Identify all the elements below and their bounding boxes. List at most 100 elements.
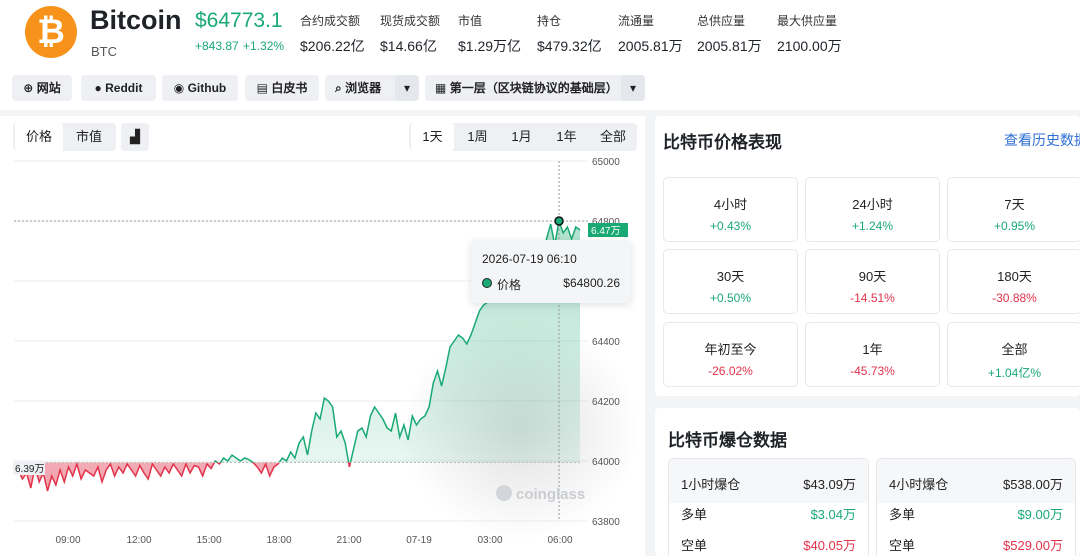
stat-value: 2005.81万 — [618, 38, 683, 54]
stat-value: $14.66亿 — [380, 38, 437, 54]
liq-long-value: $3.04万 — [810, 507, 856, 522]
performance-change: +0.95% — [993, 219, 1036, 233]
document-icon: ▤ — [256, 81, 268, 95]
x-tick-label: 21:00 — [336, 535, 361, 546]
performance-card: 1年 -45.73% — [805, 322, 940, 387]
performance-period: 1年 — [862, 342, 883, 357]
x-tick-label: 06:00 — [547, 535, 572, 546]
stat-label: 总供应量 — [697, 14, 746, 28]
y-tick-label: 65000 — [592, 157, 620, 168]
performance-change: -14.51% — [850, 291, 895, 305]
range-all[interactable]: 全部 — [590, 123, 636, 151]
coin-price: $64773.1 — [195, 9, 283, 32]
watermark-text: coinglass — [516, 486, 585, 503]
performance-title: 比特币价格表现 — [663, 133, 782, 152]
price-change-abs: +843.87 — [195, 39, 239, 53]
tooltip-time: 2026-07-19 06:10 — [482, 252, 577, 266]
stat-value: $206.22亿 — [300, 38, 365, 54]
performance-card: 90天 -14.51% — [805, 249, 940, 314]
search-icon: ⌕ — [335, 81, 342, 95]
github-link[interactable]: ◉ Github — [162, 75, 238, 101]
liq-header-label: 1小时爆仓 — [681, 477, 741, 492]
liq-long-label: 多单 — [889, 507, 916, 522]
performance-period: 180天 — [997, 269, 1032, 284]
performance-change: -30.88% — [992, 291, 1037, 305]
website-link[interactable]: ⊕ 网站 — [12, 75, 72, 101]
performance-card: 180天 -30.88% — [947, 249, 1080, 314]
chart-style-icon[interactable]: ▟ — [121, 123, 149, 151]
performance-period: 90天 — [858, 269, 887, 284]
grid-icon: ▦ — [435, 81, 447, 95]
liq-short-label: 空单 — [889, 538, 916, 553]
liq-short-value: $529.00万 — [1003, 538, 1063, 553]
coin-name: Bitcoin — [90, 5, 182, 35]
series-dot-icon — [482, 278, 492, 288]
history-link[interactable]: 查看历史数据 — [1004, 130, 1080, 150]
liquidation-box-4h: 4小时爆仓 $538.00万 多单 $9.00万 空单 $529.00万 — [876, 458, 1076, 556]
category-chevron-down-icon[interactable]: ▾ — [621, 75, 645, 101]
hover-point — [554, 216, 564, 226]
github-icon: ◉ — [173, 81, 185, 95]
tooltip-value: $64800.26 — [563, 276, 620, 290]
reddit-icon: ● — [94, 81, 102, 95]
performance-period: 全部 — [1001, 342, 1028, 357]
price-change-pct: +1.32% — [243, 39, 285, 53]
whitepaper-link[interactable]: ▤ 白皮书 — [245, 75, 319, 101]
range-1y[interactable]: 1年 — [545, 123, 588, 151]
performance-period: 4小时 — [713, 197, 748, 212]
stat-value: $479.32亿 — [537, 38, 602, 54]
range-1d[interactable]: 1天 — [411, 123, 454, 151]
performance-period: 30天 — [716, 269, 745, 284]
baseline-label: 6.39万 — [15, 464, 44, 475]
x-tick-label: 07-19 — [406, 535, 432, 546]
liq-short-value: $40.05万 — [803, 538, 856, 553]
globe-icon: ⊕ — [23, 81, 34, 95]
chart-tooltip: 2026-07-19 06:10 价格 $64800.26 — [471, 240, 631, 303]
x-tick-label: 12:00 — [126, 535, 151, 546]
stat-value: 2005.81万 — [697, 38, 762, 54]
tab-price[interactable]: 价格 — [15, 123, 63, 151]
range-1w[interactable]: 1周 — [456, 123, 499, 151]
x-tick-label: 09:00 — [55, 535, 80, 546]
range-1m[interactable]: 1月 — [500, 123, 543, 151]
performance-change: +1.24% — [851, 219, 894, 233]
baseline-tag: 6.39万 — [13, 461, 45, 475]
x-tick-label: 15:00 — [196, 535, 221, 546]
x-tick-label: 18:00 — [266, 535, 291, 546]
liquidation-title: 比特币爆仓数据 — [668, 431, 787, 450]
stat-label: 持仓 — [537, 14, 562, 28]
liq-short-label: 空单 — [681, 538, 708, 553]
tooltip-series: 价格 — [497, 278, 522, 292]
performance-card: 7天 +0.95% — [947, 177, 1080, 242]
explorer-chevron-down-icon[interactable]: ▾ — [395, 75, 419, 101]
website-label: 网站 — [36, 81, 61, 95]
performance-period: 年初至今 — [704, 342, 757, 357]
performance-period: 7天 — [1004, 197, 1025, 212]
tab-market-cap[interactable]: 市值 — [65, 123, 113, 151]
liq-header-label: 4小时爆仓 — [889, 477, 949, 492]
performance-card: 年初至今 -26.02% — [663, 322, 798, 387]
performance-card: 30天 +0.50% — [663, 249, 798, 314]
category-label: 第一层（区块链协议的基础层） — [449, 81, 618, 95]
category-dropdown[interactable]: ▦ 第一层（区块链协议的基础层） — [425, 75, 645, 101]
performance-card: 24小时 +1.24% — [805, 177, 940, 242]
explorer-label: 浏览器 — [345, 81, 382, 95]
bitcoin-logo-icon: ₿ — [25, 6, 77, 58]
liq-header-value: $43.09万 — [803, 477, 856, 492]
performance-period: 24小时 — [852, 197, 893, 212]
stat-label: 流通量 — [618, 14, 655, 28]
stat-label: 合约成交额 — [300, 14, 361, 28]
price-chart[interactable]: 65000648006460064400642006400063800 09:0… — [0, 150, 645, 556]
performance-card: 4小时 +0.43% — [663, 177, 798, 242]
liq-header-value: $538.00万 — [1003, 477, 1063, 492]
liq-long-value: $9.00万 — [1017, 507, 1063, 522]
whitepaper-label: 白皮书 — [271, 81, 308, 95]
reddit-link[interactable]: ● Reddit — [81, 75, 156, 101]
performance-change: +0.50% — [709, 291, 752, 305]
performance-card: 全部 +1.04亿% — [947, 322, 1080, 387]
liquidation-box-1h: 1小时爆仓 $43.09万 多单 $3.04万 空单 $40.05万 — [668, 458, 869, 556]
stat-label: 现货成交额 — [380, 14, 441, 28]
stat-label: 最大供应量 — [777, 14, 838, 28]
coin-symbol: BTC — [91, 44, 117, 59]
stat-value: $1.29万亿 — [458, 38, 522, 54]
